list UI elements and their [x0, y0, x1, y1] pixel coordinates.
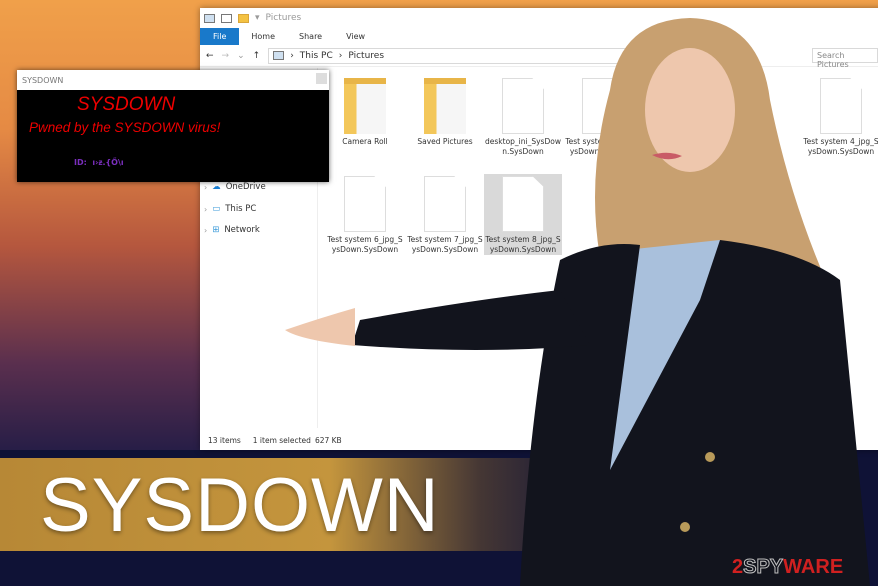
button — [705, 452, 715, 462]
arm — [352, 290, 590, 350]
hand — [285, 308, 355, 346]
face — [645, 48, 735, 172]
button — [680, 522, 690, 532]
site-logo: 2SPYWARE — [732, 556, 844, 579]
presenter-photo — [285, 18, 870, 586]
